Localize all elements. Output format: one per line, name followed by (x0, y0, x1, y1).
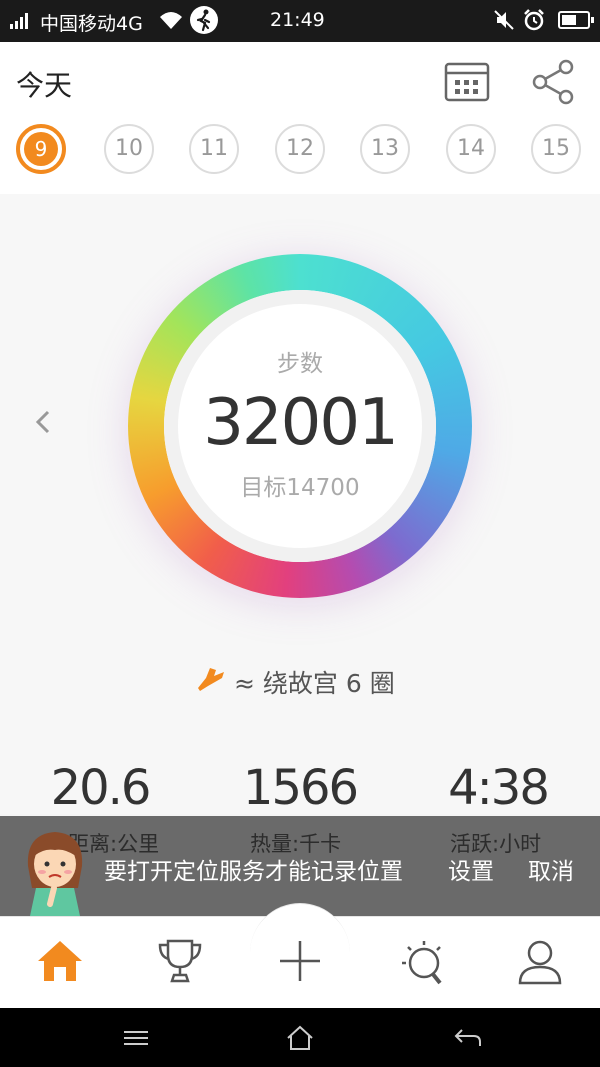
date-12[interactable]: 12 (275, 124, 325, 174)
carrier-label: 中国移动4G (40, 13, 143, 35)
system-home-icon[interactable] (284, 1024, 316, 1052)
running-icon (190, 6, 218, 34)
profile-icon[interactable] (512, 933, 568, 989)
date-14[interactable]: 14 (446, 124, 496, 174)
cancel-button[interactable]: 取消 (528, 852, 574, 886)
status-bar: 中国移动4G 21:49 (0, 0, 600, 42)
date-10[interactable]: 10 (104, 124, 154, 174)
plus-icon[interactable] (272, 933, 328, 989)
header: 今天 9 10 11 12 13 14 15 (0, 42, 600, 194)
lightbulb-icon[interactable] (394, 933, 450, 989)
battery-icon (558, 11, 594, 29)
fun-fact-text: ≈ 绕故宫 6 圈 (234, 669, 395, 698)
stat-calories-value: 1566 (242, 760, 359, 816)
steps-ring: 步数 32001 目标14700 (128, 254, 472, 598)
chevron-left-icon[interactable] (32, 408, 56, 436)
steps-goal: 目标14700 (240, 475, 360, 501)
ring-center: 步数 32001 目标14700 (164, 290, 436, 562)
share-icon[interactable] (530, 58, 576, 106)
steps-panel: 步数 32001 目标14700 ≈ 绕故宫 6 圈 20.6 1566 4:3… (0, 194, 600, 816)
alarm-icon (524, 9, 544, 31)
mascot-icon (27, 832, 83, 916)
toast-message: 要打开定位服务才能记录位置 (104, 859, 403, 885)
trophy-icon[interactable] (152, 933, 208, 989)
wifi-icon (160, 12, 182, 29)
stat-distance-value: 20.6 (50, 760, 152, 816)
clock: 21:49 (270, 9, 325, 31)
menu-icon[interactable] (120, 1024, 152, 1052)
steps-label: 步数 (277, 351, 323, 377)
home-icon[interactable] (32, 933, 88, 989)
page-title: 今天 (16, 69, 73, 102)
date-13[interactable]: 13 (360, 124, 410, 174)
signal-icon (10, 13, 28, 29)
settings-button[interactable]: 设置 (448, 852, 494, 886)
date-11[interactable]: 11 (189, 124, 239, 174)
date-9[interactable]: 9 (16, 124, 66, 174)
system-nav-bar (0, 1008, 600, 1067)
date-15[interactable]: 15 (531, 124, 581, 174)
shoe-icon (198, 668, 224, 691)
date-selector: 9 10 11 12 13 14 15 (0, 120, 600, 178)
bottom-nav (0, 903, 600, 1008)
location-toast: 距离:公里 热量:千卡 活跃:小时 要打开定位服务才能记录位置 设置 取消 (0, 816, 600, 916)
stat-active-value: 4:38 (448, 760, 550, 816)
calendar-icon[interactable] (444, 62, 490, 102)
back-icon[interactable] (452, 1024, 484, 1052)
mute-icon (494, 10, 514, 30)
steps-value: 32001 (203, 386, 399, 460)
